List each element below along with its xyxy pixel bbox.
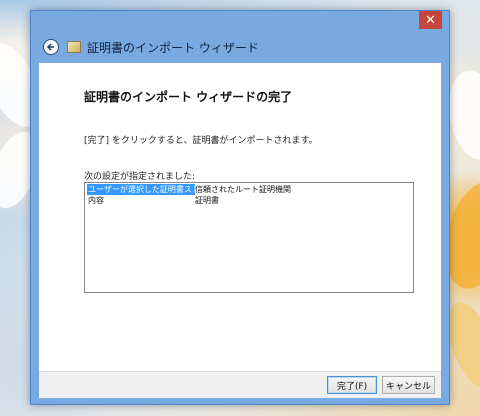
setting-value: 証明書 [195, 196, 219, 205]
cancel-button[interactable]: キャンセル [382, 376, 435, 394]
close-button[interactable]: ✕ [419, 11, 442, 29]
page-title: 証明書のインポート ウィザードの完了 [84, 90, 293, 104]
setting-key: 内容 [88, 196, 104, 205]
settings-row[interactable]: ユーザーが選択した証明書ストア 信頼されたルート証明機関 [87, 184, 395, 195]
completion-description: [完了] をクリックすると、証明書がインポートされます。 [84, 136, 318, 146]
settings-label: 次の設定が指定されました: [84, 172, 196, 182]
wizard-footer: 完了(F) キャンセル [39, 371, 441, 398]
finish-button[interactable]: 完了(F) [327, 376, 377, 394]
back-arrow-icon [46, 43, 54, 51]
close-icon: ✕ [425, 12, 436, 28]
wizard-titlebar: 証明書のインポート ウィザード [39, 31, 441, 63]
back-button[interactable] [43, 39, 59, 55]
settings-list[interactable]: ユーザーが選択した証明書ストア 信頼されたルート証明機関 内容 証明書 [84, 182, 414, 293]
setting-value: 信頼されたルート証明機関 [195, 185, 291, 194]
certificate-import-wizard-window: ✕ 証明書のインポート ウィザード 証明書のインポート ウィザードの完了 [完了… [30, 10, 450, 405]
settings-row[interactable]: 内容 証明書 [87, 195, 395, 206]
wizard-content-panel: 証明書のインポート ウィザードの完了 [完了] をクリックすると、証明書がインポ… [39, 63, 441, 371]
setting-key: ユーザーが選択した証明書ストア [87, 184, 195, 195]
certificate-wizard-icon [67, 41, 81, 53]
window-title: 証明書のインポート ウィザード [87, 40, 259, 55]
